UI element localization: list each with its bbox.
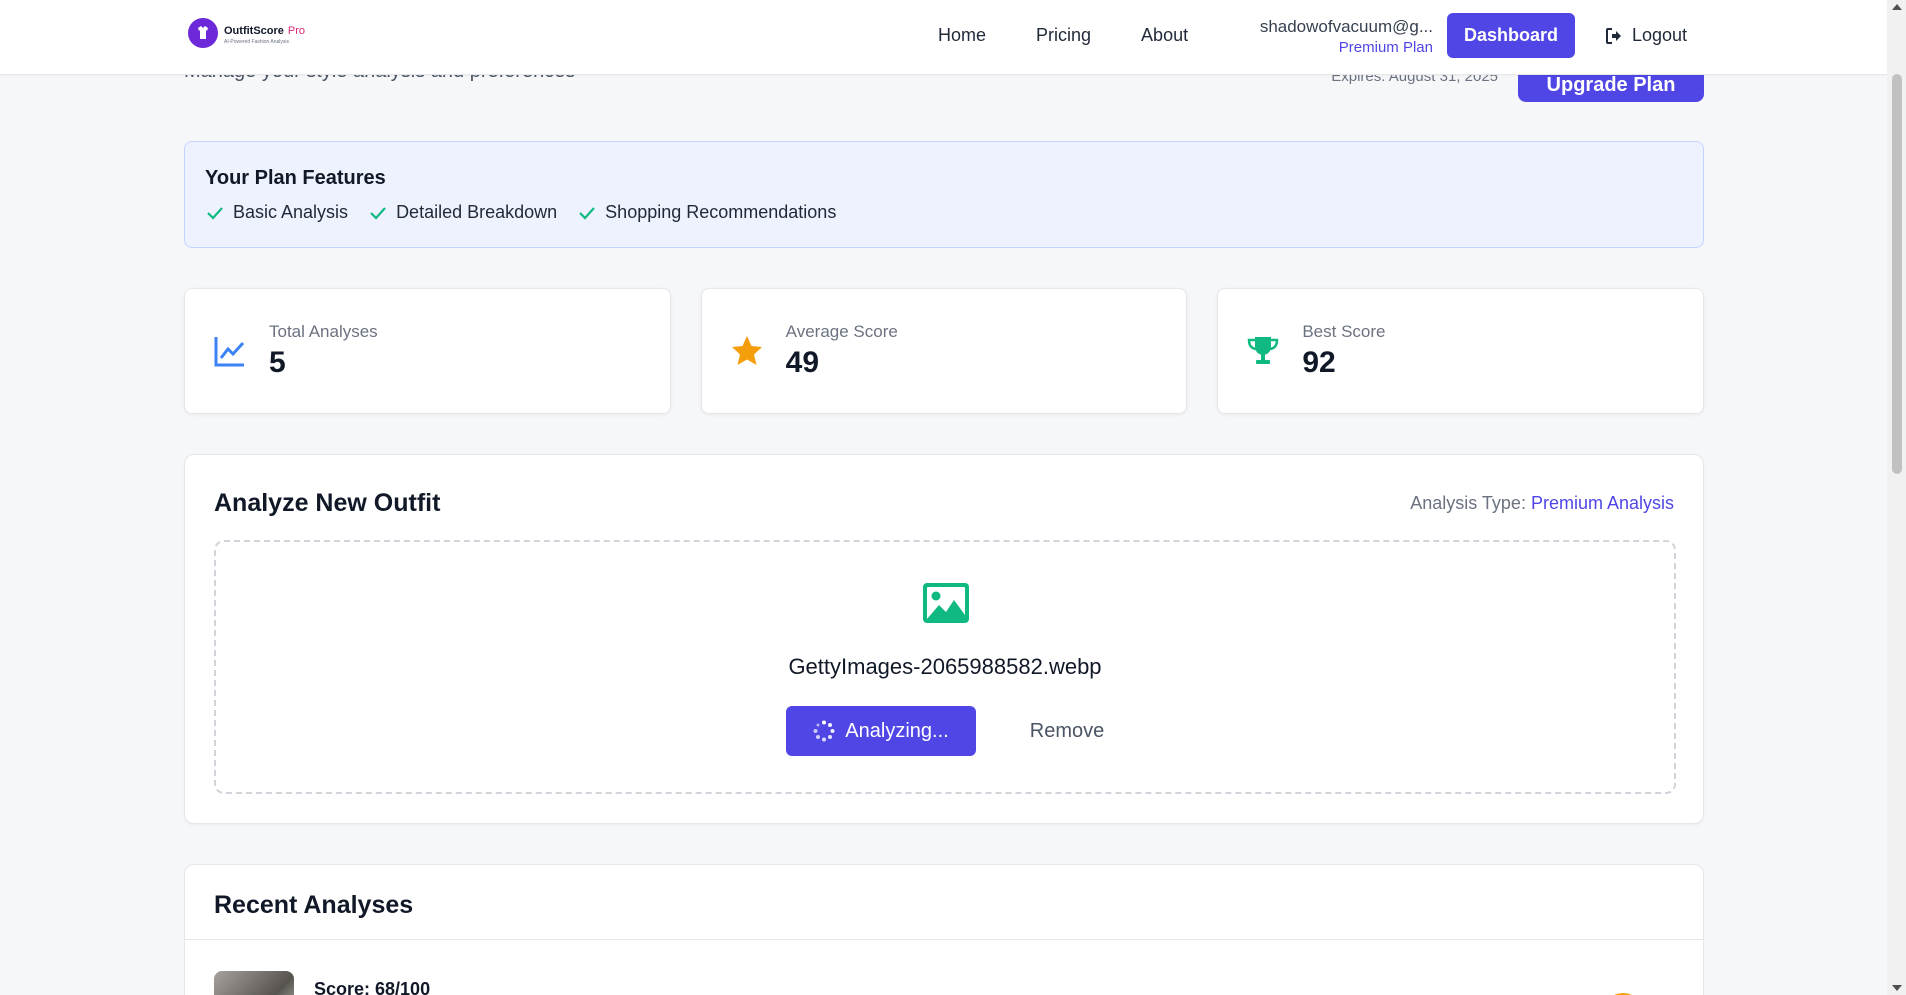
stat-label: Average Score bbox=[785, 322, 898, 341]
analyze-outfit-panel: Analyze New Outfit Analysis Type: Premiu… bbox=[184, 454, 1704, 824]
scroll-up-arrow-icon[interactable] bbox=[1892, 4, 1902, 10]
stat-card-total-analyses: Total Analyses 5 bbox=[184, 288, 671, 414]
star-icon bbox=[731, 336, 762, 365]
upload-dropzone[interactable]: GettyImages-2065988582.webp Analyzing...… bbox=[214, 540, 1676, 794]
stat-value: 92 bbox=[1302, 346, 1336, 379]
user-plan-badge: Premium Plan bbox=[1338, 39, 1433, 56]
logo-text: OutfitScore Pro AI-Powered Fashion Analys… bbox=[224, 22, 305, 45]
chart-line-icon bbox=[214, 337, 245, 367]
analysis-type-label: Analysis Type: bbox=[1410, 493, 1531, 513]
analyze-button[interactable]: Analyzing... bbox=[786, 706, 976, 756]
feature-item: Detailed Breakdown bbox=[368, 202, 557, 223]
logout-button[interactable]: Logout bbox=[1604, 25, 1687, 46]
feature-label: Shopping Recommendations bbox=[605, 202, 837, 222]
feature-item: Shopping Recommendations bbox=[577, 202, 836, 223]
remove-button[interactable]: Remove bbox=[1012, 706, 1122, 756]
uploaded-filename: GettyImages-2065988582.webp bbox=[788, 654, 1102, 679]
stat-value: 49 bbox=[785, 346, 820, 379]
spinner-icon bbox=[813, 720, 835, 742]
check-icon bbox=[370, 206, 386, 220]
logout-label: Logout bbox=[1632, 25, 1688, 45]
top-navbar: OutfitScore Pro AI-Powered Fashion Analys… bbox=[0, 0, 1887, 75]
stats-row: Total Analyses 5 Average Score 49 Best S… bbox=[184, 288, 1705, 414]
stat-value: 5 bbox=[269, 346, 286, 379]
plan-features-title: Your Plan Features bbox=[205, 167, 386, 189]
analyze-title: Analyze New Outfit bbox=[214, 489, 441, 517]
user-email: shadowofvacuum@g... bbox=[1259, 17, 1433, 36]
logout-icon bbox=[1606, 27, 1621, 44]
feature-label: Basic Analysis bbox=[233, 202, 349, 222]
nav-home[interactable]: Home bbox=[938, 25, 986, 46]
check-icon bbox=[579, 206, 595, 220]
stat-label: Best Score bbox=[1302, 322, 1386, 341]
logo-tagline: AI-Powered Fashion Analysis bbox=[224, 38, 290, 45]
recent-analyses-title: Recent Analyses bbox=[214, 891, 414, 919]
plan-features-panel: Your Plan Features Basic Analysis Detail… bbox=[184, 141, 1704, 248]
recent-analyses-panel: Recent Analyses Score: 68/100 bbox=[184, 864, 1704, 995]
dashboard-button[interactable]: Dashboard bbox=[1447, 13, 1575, 58]
logo-name: OutfitScore bbox=[224, 24, 284, 37]
logo-pro: Pro bbox=[287, 24, 306, 37]
analysis-thumbnail[interactable] bbox=[214, 971, 294, 995]
analysis-type: Analysis Type: Premium Analysis bbox=[1410, 493, 1674, 514]
trophy-icon bbox=[1248, 337, 1279, 364]
shirt-logo-icon bbox=[188, 18, 218, 48]
analyze-button-label: Analyzing... bbox=[845, 719, 949, 742]
feature-item: Basic Analysis bbox=[205, 202, 348, 223]
analysis-score: Score: 68/100 bbox=[314, 979, 431, 995]
nav-about[interactable]: About bbox=[1141, 25, 1188, 46]
logo[interactable]: OutfitScore Pro AI-Powered Fashion Analys… bbox=[188, 18, 305, 48]
feature-label: Detailed Breakdown bbox=[396, 202, 558, 222]
main-nav: Home Pricing About bbox=[938, 25, 1188, 46]
scroll-thumb[interactable] bbox=[1892, 74, 1902, 474]
feature-list: Basic Analysis Detailed Breakdown Shoppi… bbox=[205, 202, 1683, 223]
divider bbox=[185, 939, 1703, 940]
stat-label: Total Analyses bbox=[269, 322, 378, 341]
stat-card-average-score: Average Score 49 bbox=[700, 288, 1188, 414]
analysis-type-value[interactable]: Premium Analysis bbox=[1531, 493, 1674, 513]
vertical-scrollbar[interactable] bbox=[1887, 0, 1906, 995]
check-icon bbox=[207, 206, 223, 220]
scroll-down-arrow-icon[interactable] bbox=[1892, 985, 1902, 991]
stat-card-best-score: Best Score 92 bbox=[1217, 288, 1705, 414]
image-icon bbox=[923, 583, 969, 623]
nav-pricing[interactable]: Pricing bbox=[1036, 25, 1091, 46]
user-info: shadowofvacuum@g... Premium Plan bbox=[1245, 17, 1433, 56]
